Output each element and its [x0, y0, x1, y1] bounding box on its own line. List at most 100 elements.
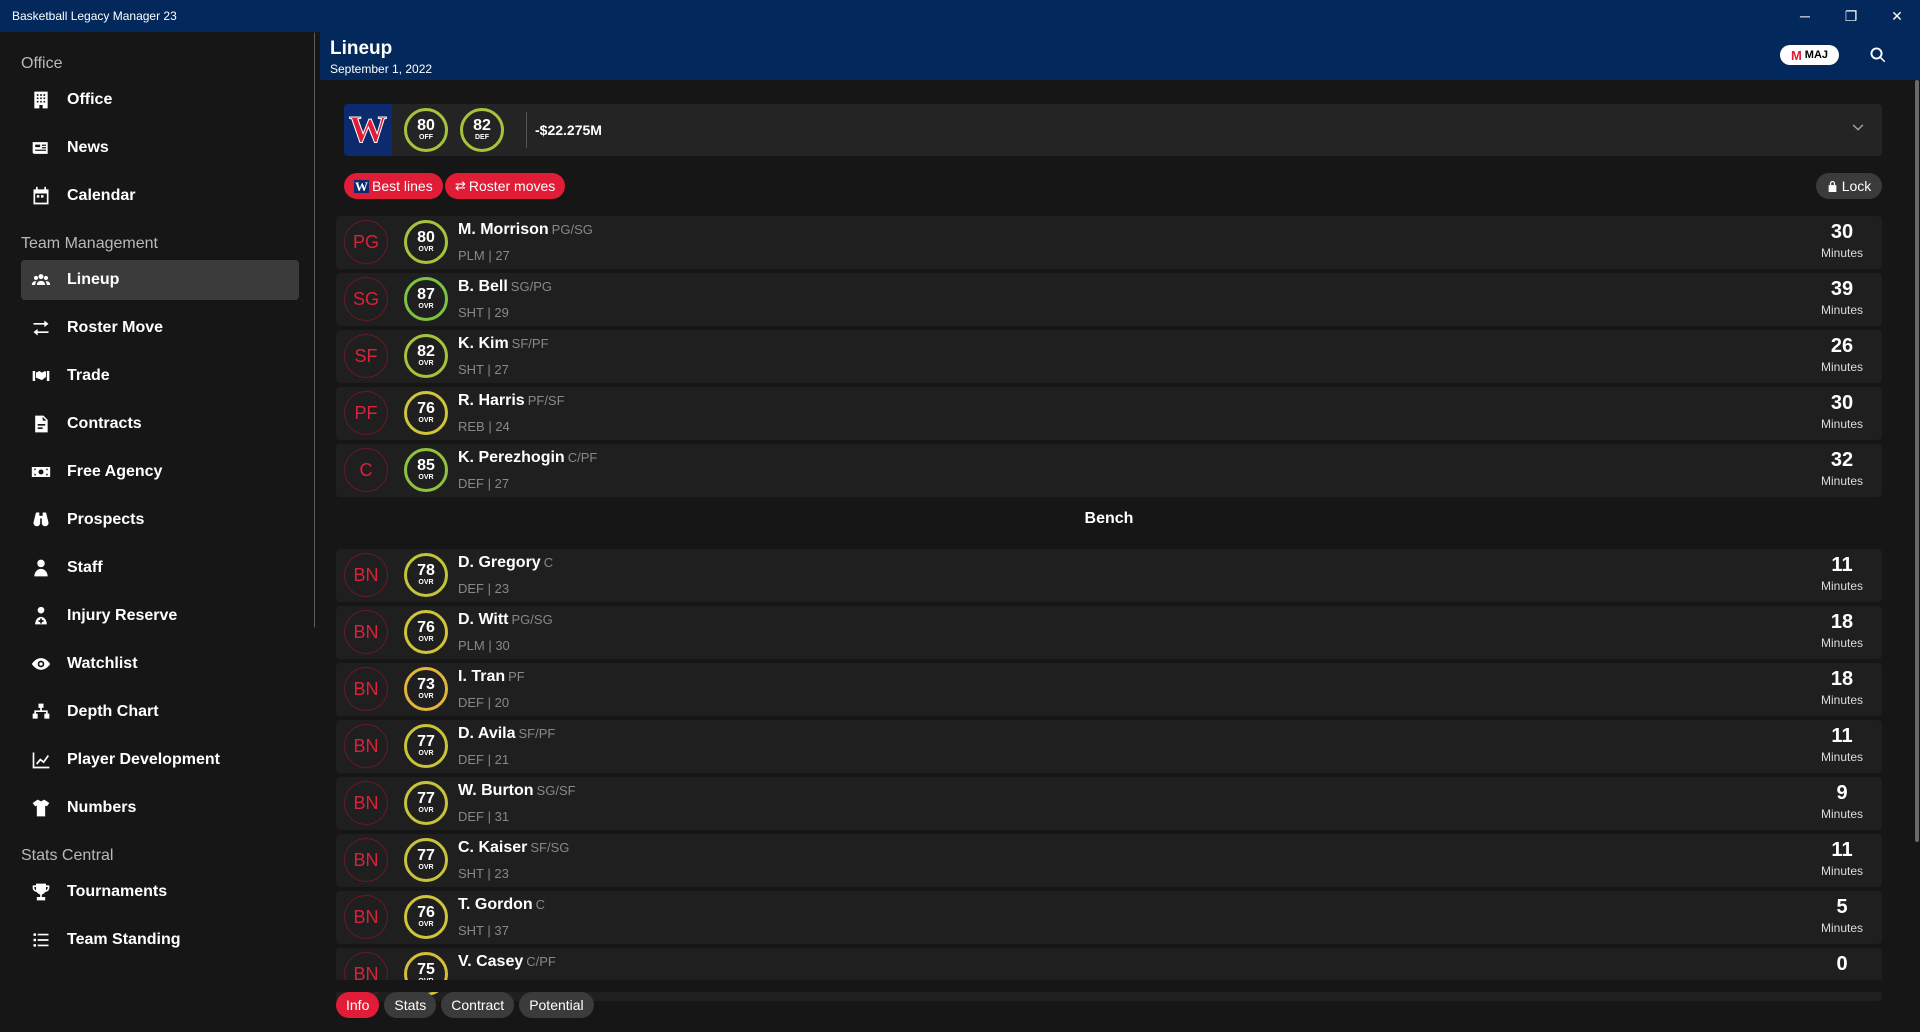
roster-moves-button[interactable]: ⇄ Roster moves [445, 173, 566, 199]
minutes-display[interactable]: 18 Minutes [1812, 669, 1872, 707]
chevron-down-icon[interactable] [1850, 120, 1870, 141]
minutes-display[interactable]: 39 Minutes [1812, 279, 1872, 317]
player-role-age: PLM | 30 [458, 638, 510, 653]
sidebar-item-news[interactable]: News [21, 128, 299, 168]
search-icon[interactable] [1869, 46, 1889, 66]
sidebar-item-label: Injury Reserve [67, 607, 178, 624]
player-row[interactable]: BN 77 OVR W. Burton SG/SF DEF | 31 9 Minut… [336, 777, 1882, 830]
title-bar: Basketball Legacy Manager 23 ─ ❐ ✕ [0, 0, 1920, 32]
player-name[interactable]: K. Kim SF/PF [458, 335, 549, 353]
tab-contract[interactable]: Contract [441, 992, 515, 1018]
player-name[interactable]: T. Gordon C [458, 896, 545, 914]
binoculars-icon [30, 509, 52, 531]
minutes-display[interactable]: 26 Minutes [1812, 336, 1872, 374]
sidebar-item-office[interactable]: Office [21, 80, 299, 120]
swap-icon [30, 317, 52, 339]
player-name[interactable]: C. Kaiser SF/SG [458, 839, 569, 857]
minutes-display[interactable]: 11 Minutes [1812, 726, 1872, 764]
player-positions: SG/SF [536, 783, 576, 798]
restore-button[interactable]: ❐ [1828, 0, 1874, 32]
sidebar-item-label: Office [67, 91, 113, 108]
sidebar-item-free-agency[interactable]: Free Agency [21, 452, 299, 492]
sidebar-item-numbers[interactable]: Numbers [21, 788, 299, 828]
player-name[interactable]: I. Tran PF [458, 668, 525, 686]
player-role-age: DEF | 31 [458, 809, 510, 824]
player-row[interactable]: BN 78 OVR D. Gregory C DEF | 23 11 Minutes [336, 549, 1882, 602]
minutes-display[interactable]: 11 Minutes [1812, 840, 1872, 878]
sidebar-section-stats-central: Stats Central [21, 847, 114, 864]
position-badge: BN [344, 895, 388, 939]
sidebar-item-lineup[interactable]: Lineup [21, 260, 299, 300]
league-badge[interactable]: M MAJ [1780, 45, 1839, 65]
team-logo: W [344, 104, 392, 156]
close-button[interactable]: ✕ [1874, 0, 1920, 32]
best-lines-button[interactable]: W Best lines [344, 173, 443, 199]
player-name[interactable]: R. Harris PF/SF [458, 392, 565, 410]
sidebar-item-contracts[interactable]: Contracts [21, 404, 299, 444]
sidebar-scrollbar[interactable] [314, 32, 315, 628]
minutes-display[interactable]: 30 Minutes [1812, 393, 1872, 431]
sidebar-item-roster-move[interactable]: Roster Move [21, 308, 299, 348]
minutes-display[interactable]: 32 Minutes [1812, 450, 1872, 488]
sidebar-item-prospects[interactable]: Prospects [21, 500, 299, 540]
sidebar-item-team-standing[interactable]: Team Standing [21, 920, 299, 960]
sidebar-item-injury-reserve[interactable]: Injury Reserve [21, 596, 299, 636]
tab-potential[interactable]: Potential [519, 992, 594, 1018]
minutes-display[interactable]: 30 Minutes [1812, 222, 1872, 260]
minutes-display[interactable]: 9 Minutes [1812, 783, 1872, 821]
sidebar-item-depth-chart[interactable]: Depth Chart [21, 692, 299, 732]
sidebar: Office Office News Calendar Team Managem… [0, 32, 315, 1032]
payroll-balance: -$22.275M [535, 122, 602, 138]
player-row[interactable]: BN 76 OVR T. Gordon C SHT | 37 5 Minutes [336, 891, 1882, 944]
calendar-icon [30, 185, 52, 207]
minutes-display[interactable]: 18 Minutes [1812, 612, 1872, 650]
player-name[interactable]: D. Gregory C [458, 554, 553, 572]
sidebar-item-player-development[interactable]: Player Development [21, 740, 299, 780]
page-title: Lineup [330, 38, 393, 59]
player-positions: PF [508, 669, 525, 684]
player-row[interactable]: BN 73 OVR I. Tran PF DEF | 20 18 Minutes [336, 663, 1882, 716]
sidebar-item-tournaments[interactable]: Tournaments [21, 872, 299, 912]
player-name[interactable]: D. Witt PG/SG [458, 611, 553, 629]
money-icon [30, 461, 52, 483]
player-row[interactable]: BN 77 OVR D. Avila SF/PF DEF | 21 11 Minut… [336, 720, 1882, 773]
overall-rating: 78 OVR [404, 553, 448, 597]
player-row[interactable]: BN 77 OVR C. Kaiser SF/SG SHT | 23 11 Minu… [336, 834, 1882, 887]
player-row[interactable]: SG 87 OVR B. Bell SG/PG SHT | 29 39 Minute… [336, 273, 1882, 326]
overall-rating: 87 OVR [404, 277, 448, 321]
overall-rating: 76 OVR [404, 610, 448, 654]
position-badge: PG [344, 220, 388, 264]
player-name[interactable]: B. Bell SG/PG [458, 278, 552, 296]
sidebar-item-staff[interactable]: Staff [21, 548, 299, 588]
sidebar-item-watchlist[interactable]: Watchlist [21, 644, 299, 684]
sidebar-item-calendar[interactable]: Calendar [21, 176, 299, 216]
player-row[interactable]: PG 80 OVR M. Morrison PG/SG PLM | 27 30 Mi… [336, 216, 1882, 269]
position-badge: BN [344, 553, 388, 597]
player-row[interactable]: SF 82 OVR K. Kim SF/PF SHT | 27 26 Minutes [336, 330, 1882, 383]
player-name[interactable]: W. Burton SG/SF [458, 782, 576, 800]
position-badge: BN [344, 610, 388, 654]
minutes-display[interactable]: 5 Minutes [1812, 897, 1872, 935]
player-row[interactable]: C 85 OVR K. Perezhogin C/PF DEF | 27 32 Mi… [336, 444, 1882, 497]
main-scrollbar[interactable] [1915, 80, 1919, 842]
tab-stats[interactable]: Stats [384, 992, 437, 1018]
swap-icon: ⇄ [455, 178, 466, 193]
lock-button[interactable]: Lock [1816, 173, 1882, 199]
player-positions: SF/PF [511, 336, 549, 351]
sidebar-item-trade[interactable]: Trade [21, 356, 299, 396]
minutes-display[interactable]: 11 Minutes [1812, 555, 1872, 593]
player-row[interactable]: BN 76 OVR D. Witt PG/SG PLM | 30 18 Minute… [336, 606, 1882, 659]
trophy-icon [30, 881, 52, 903]
sidebar-item-label: Team Standing [67, 931, 181, 948]
player-positions: SF/PF [518, 726, 556, 741]
player-name[interactable]: K. Perezhogin C/PF [458, 449, 597, 467]
team-summary-bar[interactable]: W 80 OFF 82 DEF -$22.275M [344, 104, 1882, 156]
minimize-button[interactable]: ─ [1782, 0, 1828, 32]
tab-info[interactable]: Info [336, 992, 380, 1018]
player-name[interactable]: D. Avila SF/PF [458, 725, 555, 743]
position-badge: BN [344, 838, 388, 882]
player-row[interactable]: PF 76 OVR R. Harris PF/SF REB | 24 30 Minu… [336, 387, 1882, 440]
player-name[interactable]: V. Casey C/PF [458, 953, 556, 971]
player-name[interactable]: M. Morrison PG/SG [458, 221, 593, 239]
newspaper-icon [30, 137, 52, 159]
